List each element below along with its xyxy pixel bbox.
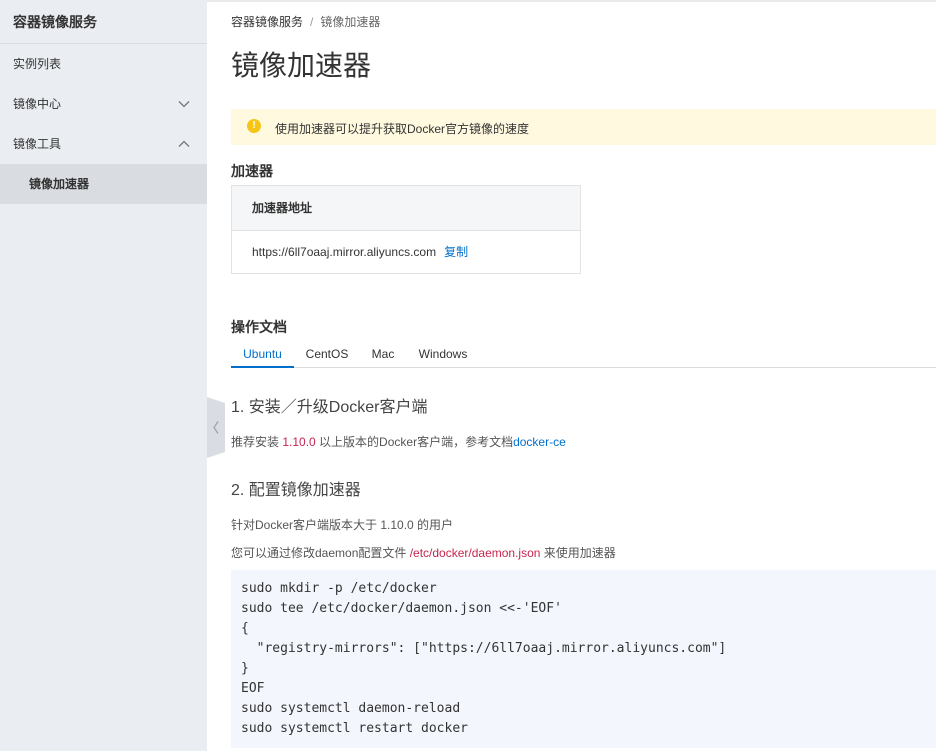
step1-text: 推荐安装 1.10.0 以上版本的Docker客户端，参考文档docker-ce (231, 433, 566, 450)
tab-ubuntu[interactable]: Ubuntu (231, 342, 294, 368)
copy-link[interactable]: 复制 (444, 245, 468, 259)
sidebar-item-image-tools[interactable]: 镜像工具 (0, 124, 207, 164)
code-block[interactable]: sudo mkdir -p /etc/docker sudo tee /etc/… (231, 570, 936, 748)
notice-banner: ! 使用加速器可以提升获取Docker官方镜像的速度 (231, 109, 936, 145)
docker-ce-link[interactable]: docker-ce (513, 435, 566, 449)
tab-centos[interactable]: CentOS (303, 342, 351, 368)
accelerator-row: https://6ll7oaaj.mirror.aliyuncs.com 复制 (232, 231, 580, 273)
config-path: /etc/docker/daemon.json (409, 546, 541, 560)
sidebar-item-label: 镜像中心 (13, 97, 62, 111)
sidebar-item-instance-list[interactable]: 实例列表 (0, 44, 207, 84)
sidebar-item-label: 镜像工具 (13, 137, 62, 151)
step1-heading: 1. 安装／升级Docker客户端 (231, 399, 428, 416)
step2-line2: 您可以通过修改daemon配置文件 /etc/docker/daemon.jso… (231, 544, 616, 561)
page-title: 镜像加速器 (231, 50, 372, 81)
step1-text-mid: 以上版本的Docker客户端，参考文档 (315, 435, 514, 449)
sidebar-item-accelerator[interactable]: 镜像加速器 (0, 164, 207, 204)
docs-section-title: 操作文档 (231, 319, 287, 335)
accelerator-address: https://6ll7oaaj.mirror.aliyuncs.com (252, 245, 437, 259)
sidebar-title: 容器镜像服务 (0, 0, 207, 44)
tab-windows[interactable]: Windows (417, 342, 469, 368)
breadcrumb: 容器镜像服务 / 镜像加速器 (231, 13, 380, 30)
sidebar-collapse-handle[interactable] (207, 397, 225, 458)
chevron-up-icon (177, 124, 191, 164)
step2-line1: 针对Docker客户端版本大于 1.10.0 的用户 (231, 518, 454, 532)
sidebar: 容器镜像服务 实例列表 镜像中心 镜像工具 镜像加速器 (0, 0, 207, 751)
sidebar-item-label: 实例列表 (13, 57, 62, 71)
step1-text-before: 推荐安装 (231, 435, 283, 449)
version-highlight: 1.10.0 (282, 435, 316, 449)
main-content: 容器镜像服务 / 镜像加速器 镜像加速器 ! 使用加速器可以提升获取Docker官方… (231, 0, 936, 751)
accelerator-table: 加速器地址 https://6ll7oaaj.mirror.aliyuncs.c… (231, 185, 581, 274)
tab-mac[interactable]: Mac (369, 342, 397, 368)
chevron-down-icon (177, 84, 191, 124)
docs-tabs: Ubuntu CentOS Mac Windows (231, 342, 936, 368)
breadcrumb-separator: / (310, 15, 314, 29)
step2-heading: 2. 配置镜像加速器 (231, 482, 361, 499)
step2-line2-before: 您可以通过修改daemon配置文件 (231, 546, 410, 560)
accelerator-section-title: 加速器 (231, 163, 273, 179)
warning-icon: ! (247, 119, 261, 133)
accelerator-column-header: 加速器地址 (232, 186, 580, 231)
breadcrumb-current: 镜像加速器 (320, 15, 381, 29)
sidebar-item-image-center[interactable]: 镜像中心 (0, 84, 207, 124)
code-content: sudo mkdir -p /etc/docker sudo tee /etc/… (241, 581, 727, 736)
step2-line2-after: 来使用加速器 (540, 546, 616, 560)
breadcrumb-parent[interactable]: 容器镜像服务 (231, 15, 303, 29)
notice-text: 使用加速器可以提升获取Docker官方镜像的速度 (275, 122, 530, 136)
